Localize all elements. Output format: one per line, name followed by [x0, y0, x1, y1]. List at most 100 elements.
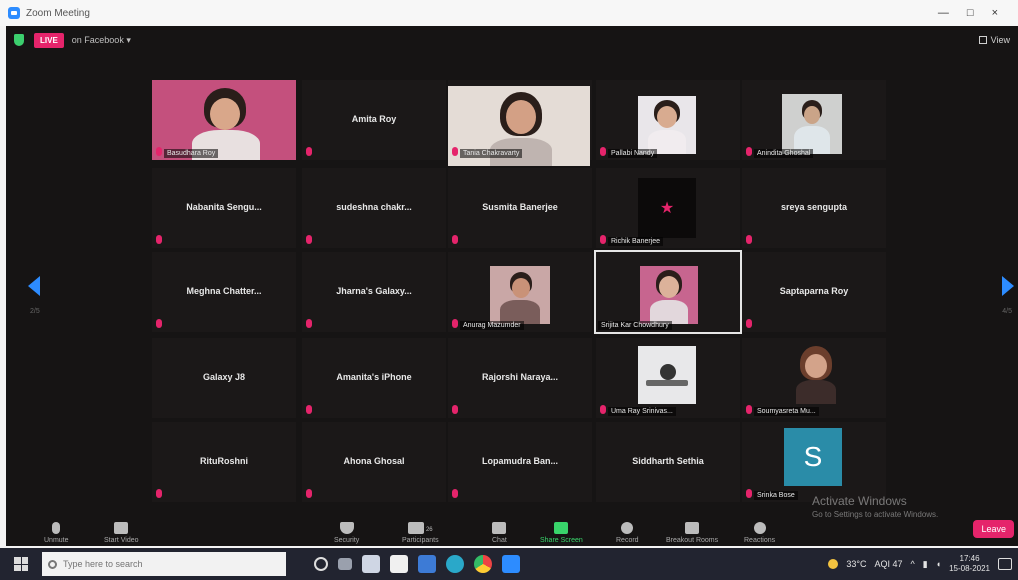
store-icon[interactable]: [390, 555, 408, 573]
chrome-browser-icon[interactable]: [474, 555, 492, 573]
participant-tile[interactable]: Susmita Banerjee: [448, 168, 592, 248]
participant-name: Amita Roy: [351, 114, 397, 124]
muted-mic-icon: [746, 147, 752, 156]
maximize-button[interactable]: □: [967, 7, 974, 19]
participant-name: Susmita Banerjee: [482, 202, 558, 212]
live-platform-dropdown[interactable]: on Facebook ▾: [72, 35, 131, 46]
view-button[interactable]: View: [978, 35, 1010, 45]
live-badge[interactable]: LIVE: [34, 32, 64, 48]
participant-tile[interactable]: Pallabi Nandy: [596, 80, 740, 160]
share-screen-label: Share Screen: [540, 537, 583, 544]
security-button[interactable]: Security: [334, 522, 359, 544]
security-label: Security: [334, 537, 360, 544]
task-view-icon[interactable]: [338, 558, 352, 570]
clock[interactable]: 17:46 15-08-2021: [949, 554, 990, 574]
participant-tile[interactable]: Ahona Ghosal: [302, 422, 446, 502]
weather-sun-icon: [828, 559, 839, 569]
participant-tile[interactable]: Tania Chakravarty: [448, 80, 592, 166]
participant-tile[interactable]: Rajorshi Naraya...: [448, 338, 592, 418]
breakout-rooms-icon: [685, 522, 700, 534]
muted-mic-icon: [746, 319, 752, 328]
volume-icon[interactable]: ◖: [936, 559, 941, 569]
network-icon[interactable]: ▮: [923, 559, 928, 570]
participant-name: Srinka Bose: [754, 491, 798, 500]
reactions-button[interactable]: Reactions: [744, 522, 775, 544]
participants-icon: [407, 522, 424, 534]
microphone-muted-icon: [52, 522, 61, 534]
participant-tile[interactable]: Galaxy J8: [152, 338, 296, 418]
participant-tile[interactable]: Nabanita Sengu...: [152, 168, 296, 248]
participant-tile[interactable]: sudeshna chakr...: [302, 168, 446, 248]
weather-temperature[interactable]: 33°C: [846, 559, 866, 569]
shield-icon: [339, 522, 354, 534]
participants-label: Participants: [402, 537, 439, 544]
share-screen-button[interactable]: Share Screen: [540, 522, 583, 544]
participant-tile[interactable]: Basudhara Roy: [152, 80, 296, 160]
show-hidden-icons-chevron-icon[interactable]: ^: [910, 559, 914, 569]
minimize-button[interactable]: —: [938, 7, 949, 19]
file-explorer-icon[interactable]: [362, 555, 380, 573]
muted-mic-icon: [306, 319, 312, 328]
start-button[interactable]: [0, 548, 42, 580]
encryption-shield-icon[interactable]: [14, 34, 24, 46]
notifications-icon[interactable]: [998, 558, 1012, 570]
participant-name: Anindita Ghoshal: [754, 149, 814, 158]
participant-name: Anurag Mazumder: [460, 321, 524, 330]
close-button[interactable]: ×: [992, 7, 998, 19]
participant-tile[interactable]: Amanita's iPhone: [302, 338, 446, 418]
participant-tile[interactable]: Soumyasreta Mu...: [742, 338, 886, 418]
cortana-icon[interactable]: [314, 557, 328, 571]
grid-view-icon: [978, 36, 987, 44]
chat-button[interactable]: Chat: [492, 522, 507, 544]
participant-tile[interactable]: Amita Roy: [302, 80, 446, 160]
previous-page-arrow-icon[interactable]: [28, 276, 40, 296]
participant-tile[interactable]: Anurag Mazumder: [448, 252, 592, 332]
participant-name: Pallabi Nandy: [608, 149, 658, 158]
taskbar-search[interactable]: [42, 552, 286, 576]
muted-mic-icon: [306, 147, 312, 156]
edge-browser-icon[interactable]: [446, 555, 464, 573]
participants-button[interactable]: 26 Participants: [402, 522, 439, 544]
chat-label: Chat: [492, 537, 507, 544]
search-input[interactable]: [63, 559, 263, 569]
participant-tile[interactable]: Anindita Ghoshal: [742, 80, 886, 160]
muted-mic-icon: [452, 319, 458, 328]
participant-tile[interactable]: Lopamudra Ban...: [448, 422, 592, 502]
participant-tile[interactable]: Saptaparna Roy: [742, 252, 886, 332]
participant-tile-active-speaker[interactable]: Srijita Kar Chowdhury: [594, 250, 742, 334]
participant-video: [786, 342, 844, 404]
start-video-button[interactable]: Start Video: [104, 522, 139, 544]
leave-button[interactable]: Leave: [973, 520, 1014, 538]
participant-name: Lopamudra Ban...: [481, 456, 558, 466]
participant-name: Meghna Chatter...: [186, 286, 262, 296]
participant-name: sreya sengupta: [780, 202, 848, 212]
participant-tile[interactable]: Siddharth Sethia: [596, 422, 740, 502]
next-page-arrow-icon[interactable]: [1002, 276, 1014, 296]
start-video-label: Start Video: [104, 537, 139, 544]
muted-mic-icon: [600, 147, 606, 156]
participant-tile[interactable]: Jharna's Galaxy...: [302, 252, 446, 332]
participant-tile[interactable]: Meghna Chatter...: [152, 252, 296, 332]
participant-video: ★: [638, 178, 696, 238]
window-title: Zoom Meeting: [26, 7, 90, 19]
record-label: Record: [616, 537, 639, 544]
participant-tile[interactable]: S Srinka Bose: [742, 422, 886, 502]
participant-avatar: S: [784, 428, 842, 486]
breakout-rooms-button[interactable]: Breakout Rooms: [666, 522, 718, 544]
zoom-taskbar-icon[interactable]: [502, 555, 520, 573]
participant-tile[interactable]: ★ Richik Banerjee: [596, 168, 740, 248]
participant-tile[interactable]: RituRoshni: [152, 422, 296, 502]
muted-mic-icon: [156, 319, 162, 328]
muted-mic-icon: [746, 489, 752, 498]
participant-tile[interactable]: Uma Ray Srinivas...: [596, 338, 740, 418]
muted-mic-icon: [306, 405, 312, 414]
mail-icon[interactable]: [418, 555, 436, 573]
record-button[interactable]: Record: [616, 522, 639, 544]
unmute-button[interactable]: Unmute: [44, 522, 69, 544]
windows-taskbar: 33°C AQI 47 ^ ▮ ◖ 17:46 15-08-2021: [0, 548, 1018, 580]
chat-bubble-icon: [492, 522, 507, 534]
air-quality[interactable]: AQI 47: [874, 559, 902, 569]
participant-tile[interactable]: sreya sengupta: [742, 168, 886, 248]
muted-mic-icon: [600, 235, 606, 244]
windows-logo-icon: [14, 557, 28, 571]
